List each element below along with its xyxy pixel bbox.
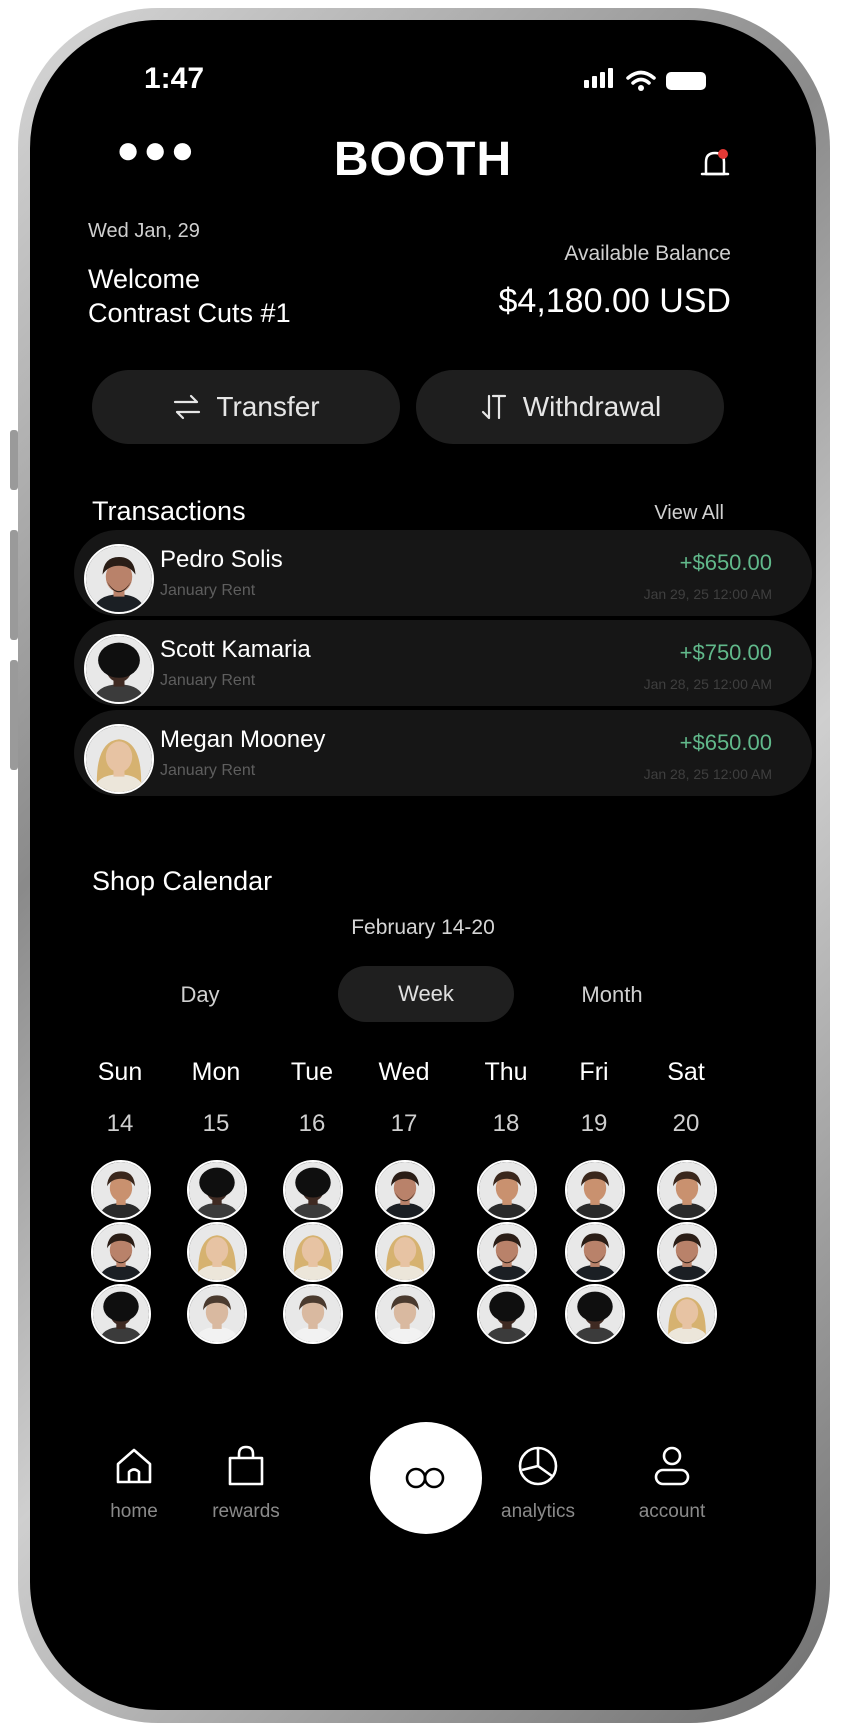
calendar-day-number[interactable]: 18	[471, 1110, 541, 1138]
transaction-row[interactable]: Scott Kamaria January Rent +$750.00 Jan …	[74, 620, 812, 706]
calendar-avatar[interactable]	[565, 1160, 625, 1220]
calendar-avatar[interactable]	[657, 1222, 717, 1282]
welcome-greeting: Welcome	[88, 264, 201, 294]
home-icon	[116, 1448, 152, 1484]
calendar-avatar[interactable]	[657, 1284, 717, 1344]
calendar-avatar[interactable]	[477, 1160, 537, 1220]
calendar-avatar[interactable]	[375, 1160, 435, 1220]
calendar-day-number[interactable]: 16	[277, 1110, 347, 1138]
transaction-memo: January Rent	[160, 672, 256, 689]
center-action-button[interactable]	[370, 1422, 482, 1534]
transfer-button[interactable]: Transfer	[92, 370, 400, 444]
calendar-day-name: Sun	[97, 1058, 143, 1086]
calendar-avatar[interactable]	[477, 1222, 537, 1282]
nav-rewards[interactable]: rewards	[196, 1444, 296, 1523]
nav-rewards-label: rewards	[212, 1501, 280, 1522]
nav-home-label: home	[110, 1501, 158, 1522]
phone-volume-up	[10, 530, 18, 640]
phone-volume-down	[10, 660, 18, 770]
transaction-row[interactable]: Megan Mooney January Rent +$650.00 Jan 2…	[74, 710, 812, 796]
signal-icon	[584, 68, 616, 93]
shop-calendar-title: Shop Calendar	[92, 866, 273, 896]
status-icons	[584, 68, 706, 93]
transaction-date: Jan 28, 25 12:00 AM	[643, 676, 772, 692]
avatar	[84, 634, 154, 704]
transaction-memo: January Rent	[160, 762, 256, 779]
shop-name: Contrast Cuts #1	[88, 298, 291, 328]
transaction-name: Pedro Solis	[160, 546, 283, 573]
transaction-row[interactable]: Pedro Solis January Rent +$650.00 Jan 29…	[74, 530, 812, 616]
transaction-date: Jan 28, 25 12:00 AM	[643, 766, 772, 782]
calendar-day-name: Thu	[484, 1058, 528, 1086]
transfer-label: Transfer	[216, 391, 320, 422]
calendar-avatar[interactable]	[477, 1284, 537, 1344]
withdrawal-label: Withdrawal	[522, 391, 662, 422]
notification-dot	[718, 149, 728, 159]
infinity-icon	[405, 1467, 445, 1489]
calendar-avatar[interactable]	[91, 1160, 151, 1220]
transaction-memo: January Rent	[160, 582, 256, 599]
avatar	[84, 544, 154, 614]
calendar-day-number[interactable]: 19	[559, 1110, 629, 1138]
transaction-name: Megan Mooney	[160, 726, 326, 753]
battery-icon	[666, 71, 706, 90]
wifi-icon	[626, 70, 656, 91]
tab-day[interactable]: Day	[160, 982, 240, 1008]
avatar	[84, 724, 154, 794]
withdrawal-button[interactable]: Withdrawal	[416, 370, 724, 444]
transactions-title: Transactions	[92, 496, 246, 526]
calendar-day-number[interactable]: 17	[369, 1110, 439, 1138]
view-all-link[interactable]: View All	[654, 502, 724, 525]
tab-month[interactable]: Month	[562, 982, 662, 1008]
calendar-day-name: Fri	[579, 1058, 609, 1086]
app-screen: 1:47 ●●● BOOTH Wed Jan, 29 Welcome Contr…	[30, 20, 816, 1710]
calendar-avatar[interactable]	[91, 1222, 151, 1282]
calendar-range[interactable]: February 14-20	[30, 916, 816, 940]
tab-week[interactable]: Week	[338, 966, 514, 1022]
shopping-bag-icon	[228, 1445, 264, 1486]
withdrawal-icon	[481, 394, 506, 420]
balance-label: Available Balance	[564, 242, 731, 265]
nav-analytics[interactable]: analytics	[488, 1444, 588, 1523]
transaction-name: Scott Kamaria	[160, 636, 311, 663]
calendar-avatar[interactable]	[565, 1222, 625, 1282]
transaction-amount: +$750.00	[679, 640, 772, 665]
bell-icon[interactable]	[698, 148, 732, 182]
calendar-avatar[interactable]	[657, 1160, 717, 1220]
user-icon	[654, 1446, 690, 1486]
status-time: 1:47	[144, 62, 205, 95]
calendar-day-name: Wed	[378, 1058, 430, 1086]
calendar-day-name: Tue	[290, 1058, 334, 1086]
welcome-block: Welcome Contrast Cuts #1	[88, 262, 291, 330]
nav-account-label: account	[638, 1501, 706, 1522]
transaction-date: Jan 29, 25 12:00 AM	[643, 586, 772, 602]
calendar-avatar[interactable]	[91, 1284, 151, 1344]
current-date: Wed Jan, 29	[88, 220, 200, 242]
calendar-day-name: Mon	[191, 1058, 241, 1086]
calendar-avatar[interactable]	[187, 1160, 247, 1220]
phone-side-button	[10, 430, 18, 490]
pie-chart-icon	[518, 1446, 558, 1486]
calendar-avatar[interactable]	[375, 1222, 435, 1282]
calendar-day-number[interactable]: 14	[85, 1110, 155, 1138]
calendar-day-name: Sat	[667, 1058, 705, 1086]
tab-week-label: Week	[398, 981, 454, 1006]
transaction-amount: +$650.00	[679, 730, 772, 755]
calendar-avatar[interactable]	[375, 1284, 435, 1344]
calendar-avatar[interactable]	[283, 1284, 343, 1344]
transfer-icon	[174, 394, 201, 420]
calendar-day-number[interactable]: 15	[181, 1110, 251, 1138]
calendar-avatar[interactable]	[565, 1284, 625, 1344]
nav-analytics-label: analytics	[501, 1501, 575, 1522]
calendar-avatar[interactable]	[283, 1222, 343, 1282]
calendar-avatar[interactable]	[283, 1160, 343, 1220]
nav-home[interactable]: home	[84, 1444, 184, 1523]
calendar-day-number[interactable]: 20	[651, 1110, 721, 1138]
calendar-avatar[interactable]	[187, 1222, 247, 1282]
nav-account[interactable]: account	[622, 1444, 722, 1523]
calendar-avatar[interactable]	[187, 1284, 247, 1344]
balance-value: $4,180.00 USD	[498, 282, 732, 320]
transaction-amount: +$650.00	[679, 550, 772, 575]
